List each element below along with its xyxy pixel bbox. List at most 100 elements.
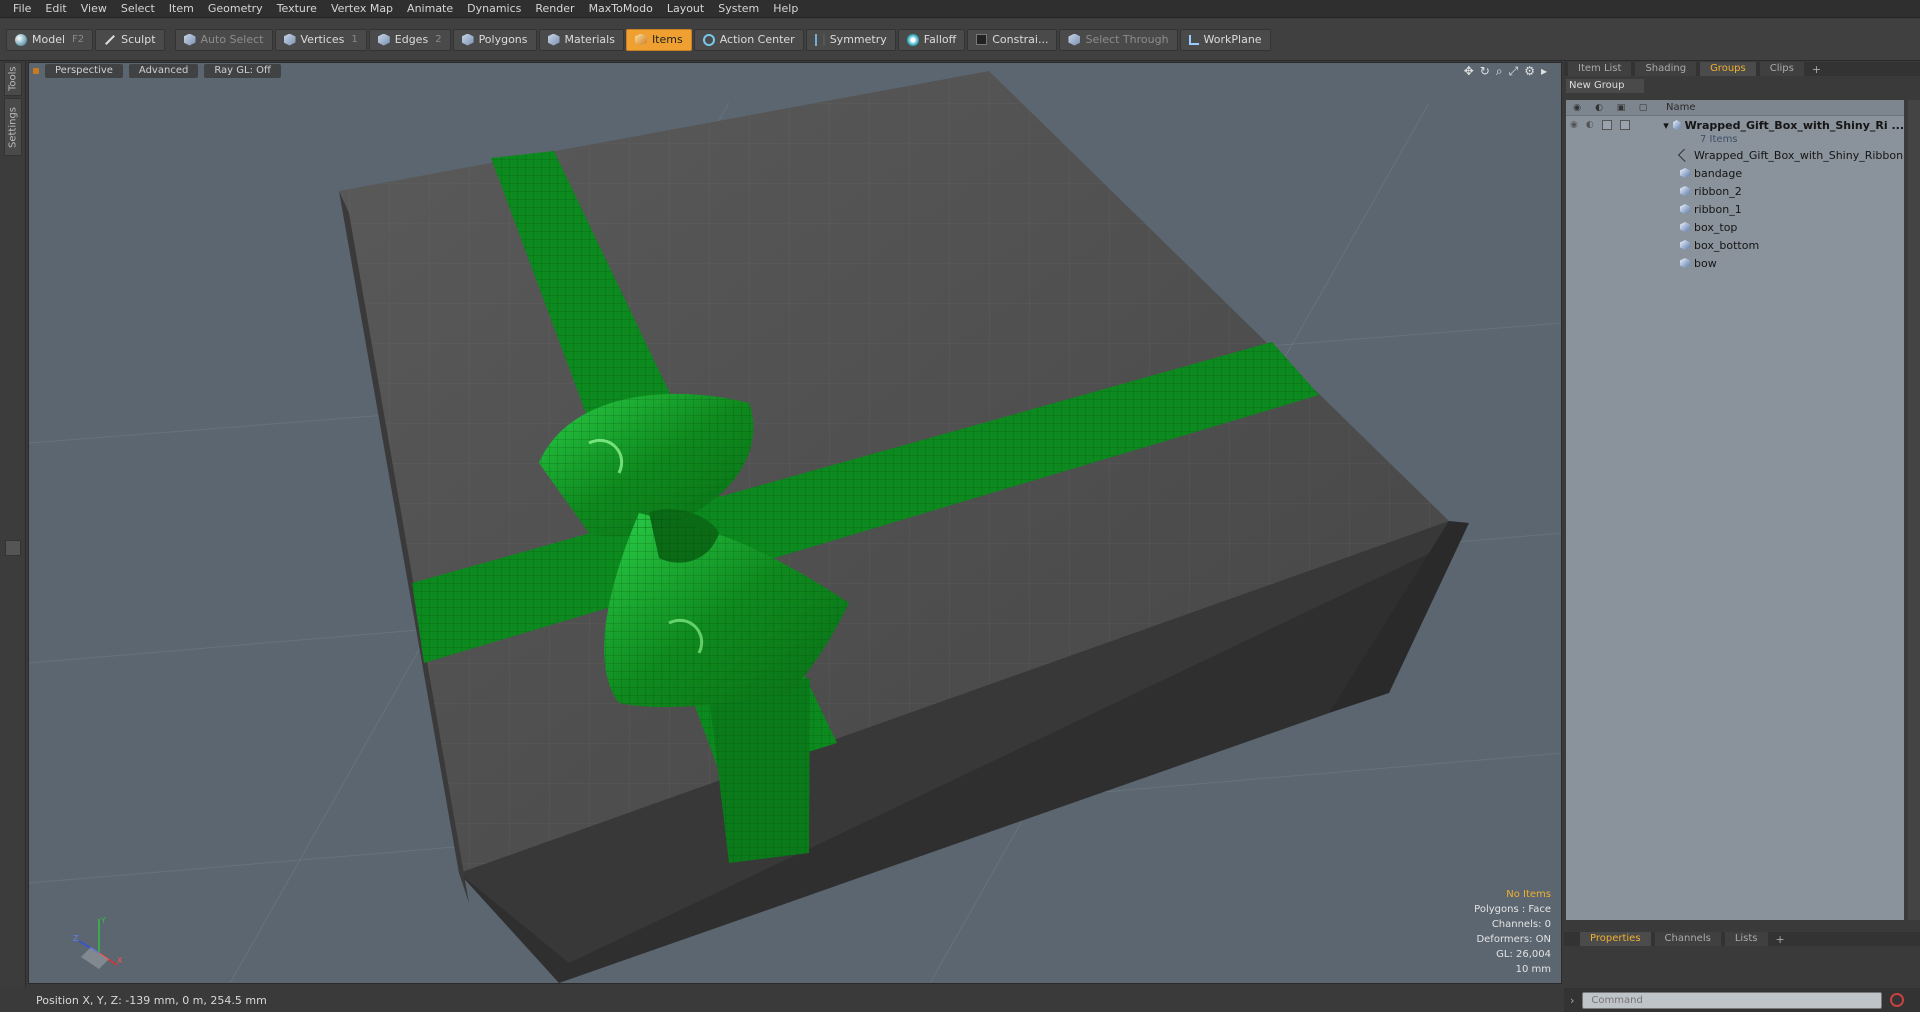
menu-layout[interactable]: Layout — [660, 0, 711, 18]
falloff-icon — [906, 33, 919, 46]
menu-maxtomodo[interactable]: MaxToModo — [582, 0, 660, 18]
viewport-info: No Items Polygons : Face Channels: 0 Def… — [1474, 887, 1551, 977]
vertices-label: Vertices — [300, 33, 345, 46]
edges-label: Edges — [394, 33, 429, 46]
materials-button[interactable]: Materials — [538, 28, 624, 51]
record-icon[interactable] — [1890, 993, 1905, 1007]
cube-icon — [183, 33, 196, 46]
menu-geometry[interactable]: Geometry — [201, 0, 270, 18]
lock-checkbox[interactable] — [1601, 120, 1612, 130]
auto-select-button[interactable]: Auto Select — [174, 28, 273, 51]
add-tab-icon[interactable]: + — [1772, 933, 1789, 946]
perspective-tab[interactable]: Perspective — [45, 64, 123, 78]
falloff-button[interactable]: Falloff — [897, 28, 966, 51]
strip-toggle-button[interactable] — [5, 540, 21, 556]
list-item[interactable]: bow — [1566, 254, 1904, 272]
vertices-shortcut: 1 — [351, 34, 358, 45]
left-tool-strip: Tools Settings — [0, 62, 26, 987]
lock-icon[interactable]: ▣ — [1610, 100, 1632, 116]
list-item[interactable]: Wrapped_Gift_Box_with_Shiny_Ribbon — [1566, 146, 1904, 164]
group-icon — [1672, 120, 1681, 130]
tab-item-list[interactable]: Item List — [1568, 62, 1632, 76]
tab-shading[interactable]: Shading — [1635, 62, 1697, 76]
list-scrollbar[interactable] — [1908, 100, 1920, 920]
visibility-eye-icon[interactable]: ◉ — [1566, 100, 1588, 116]
items-label: Items — [651, 33, 683, 46]
menu-view[interactable]: View — [74, 0, 114, 18]
render-icon[interactable]: ◐ — [1588, 100, 1610, 116]
model-button[interactable]: Model F2 — [6, 28, 94, 51]
sculpt-button[interactable]: Sculpt — [95, 28, 165, 51]
select-through-button[interactable]: Select Through — [1059, 28, 1178, 51]
name-column-header[interactable]: Name — [1654, 102, 1696, 113]
tab-lists[interactable]: Lists — [1724, 932, 1768, 946]
collapse-arrow-icon[interactable]: ▾ — [1663, 119, 1669, 132]
advanced-tab[interactable]: Advanced — [128, 64, 199, 78]
menu-dynamics[interactable]: Dynamics — [460, 0, 528, 18]
brush-icon — [105, 34, 116, 45]
list-item[interactable]: bandage — [1566, 164, 1904, 182]
tools-tab[interactable]: Tools — [4, 62, 22, 96]
group-row[interactable]: ◉ ◐ ▾ Wrapped_Gift_Box_with_Shiny_Ri ... — [1566, 116, 1904, 134]
symmetry-button[interactable]: Symmetry — [805, 28, 896, 51]
command-input[interactable] — [1582, 991, 1883, 1009]
gear-icon[interactable]: ⚙ — [1524, 64, 1535, 79]
material-icon — [547, 33, 560, 46]
select-icon[interactable]: ▢ — [1632, 100, 1654, 116]
group-item-count: 7 Items — [1700, 134, 1738, 145]
zoom-icon[interactable]: ⌕ — [1496, 64, 1503, 79]
add-tab-icon[interactable]: + — [1808, 63, 1825, 76]
render-toggle-icon[interactable]: ◐ — [1586, 120, 1594, 130]
tab-groups[interactable]: Groups — [1700, 62, 1756, 76]
action-center-label: Action Center — [719, 33, 795, 46]
tab-clips[interactable]: Clips — [1759, 62, 1804, 76]
command-bar: › — [1564, 988, 1920, 1012]
edge-icon — [377, 33, 390, 46]
crosshair-icon — [702, 33, 715, 46]
panel-tabs: Item List Shading Groups Clips + — [1564, 62, 1920, 76]
menu-file[interactable]: File — [6, 0, 38, 18]
3d-viewport[interactable]: Perspective Advanced Ray GL: Off ✥ ↻ ⌕ ⤢… — [28, 62, 1562, 984]
menu-edit[interactable]: Edit — [38, 0, 73, 18]
maximize-icon[interactable]: ⤢ — [1509, 64, 1519, 79]
select-through-label: Select Through — [1085, 33, 1169, 46]
bottom-panel-tabs: Properties Channels Lists + — [1564, 932, 1920, 946]
menu-animate[interactable]: Animate — [400, 0, 460, 18]
menu-help[interactable]: Help — [766, 0, 805, 18]
list-item[interactable]: box_bottom — [1566, 236, 1904, 254]
pan-icon[interactable]: ✥ — [1464, 64, 1474, 79]
rotate-icon[interactable]: ↻ — [1480, 64, 1490, 79]
list-item[interactable]: box_top — [1566, 218, 1904, 236]
vertices-button[interactable]: Vertices 1 — [274, 28, 367, 51]
settings-tab[interactable]: Settings — [4, 98, 22, 156]
tab-channels[interactable]: Channels — [1654, 932, 1721, 946]
viewport-menu-dot[interactable] — [33, 68, 39, 74]
new-group-button[interactable]: New Group — [1566, 79, 1644, 93]
eye-icon[interactable]: ◉ — [1570, 120, 1578, 130]
menu-select[interactable]: Select — [114, 0, 162, 18]
main-toolbar: Model F2 Sculpt Auto Select Vertices 1 E… — [0, 19, 1920, 61]
menu-texture[interactable]: Texture — [270, 0, 324, 18]
sphere-icon — [15, 33, 27, 46]
edges-button[interactable]: Edges 2 — [368, 28, 451, 51]
select-checkbox[interactable] — [1619, 120, 1630, 130]
tab-properties[interactable]: Properties — [1580, 932, 1651, 946]
polygons-button[interactable]: Polygons — [452, 28, 537, 51]
menu-item[interactable]: Item — [162, 0, 201, 18]
item-label: bow — [1694, 256, 1717, 270]
constraints-button[interactable]: Constrai... — [967, 28, 1058, 51]
menu-system[interactable]: System — [711, 0, 766, 18]
raygl-tab[interactable]: Ray GL: Off — [204, 64, 281, 78]
list-item[interactable]: ribbon_2 — [1566, 182, 1904, 200]
mesh-icon — [1680, 168, 1690, 178]
y-axis-label: Y — [100, 916, 106, 925]
selection-info: No Items — [1506, 889, 1551, 900]
workplane-button[interactable]: WorkPlane — [1179, 28, 1271, 51]
action-center-button[interactable]: Action Center — [693, 28, 804, 51]
list-item[interactable]: ribbon_1 — [1566, 200, 1904, 218]
play-arrow-icon[interactable]: ▸ — [1541, 64, 1547, 79]
menu-render[interactable]: Render — [528, 0, 581, 18]
edges-shortcut: 2 — [435, 34, 442, 45]
items-button[interactable]: Items — [625, 28, 692, 51]
menu-vertex-map[interactable]: Vertex Map — [324, 0, 400, 18]
